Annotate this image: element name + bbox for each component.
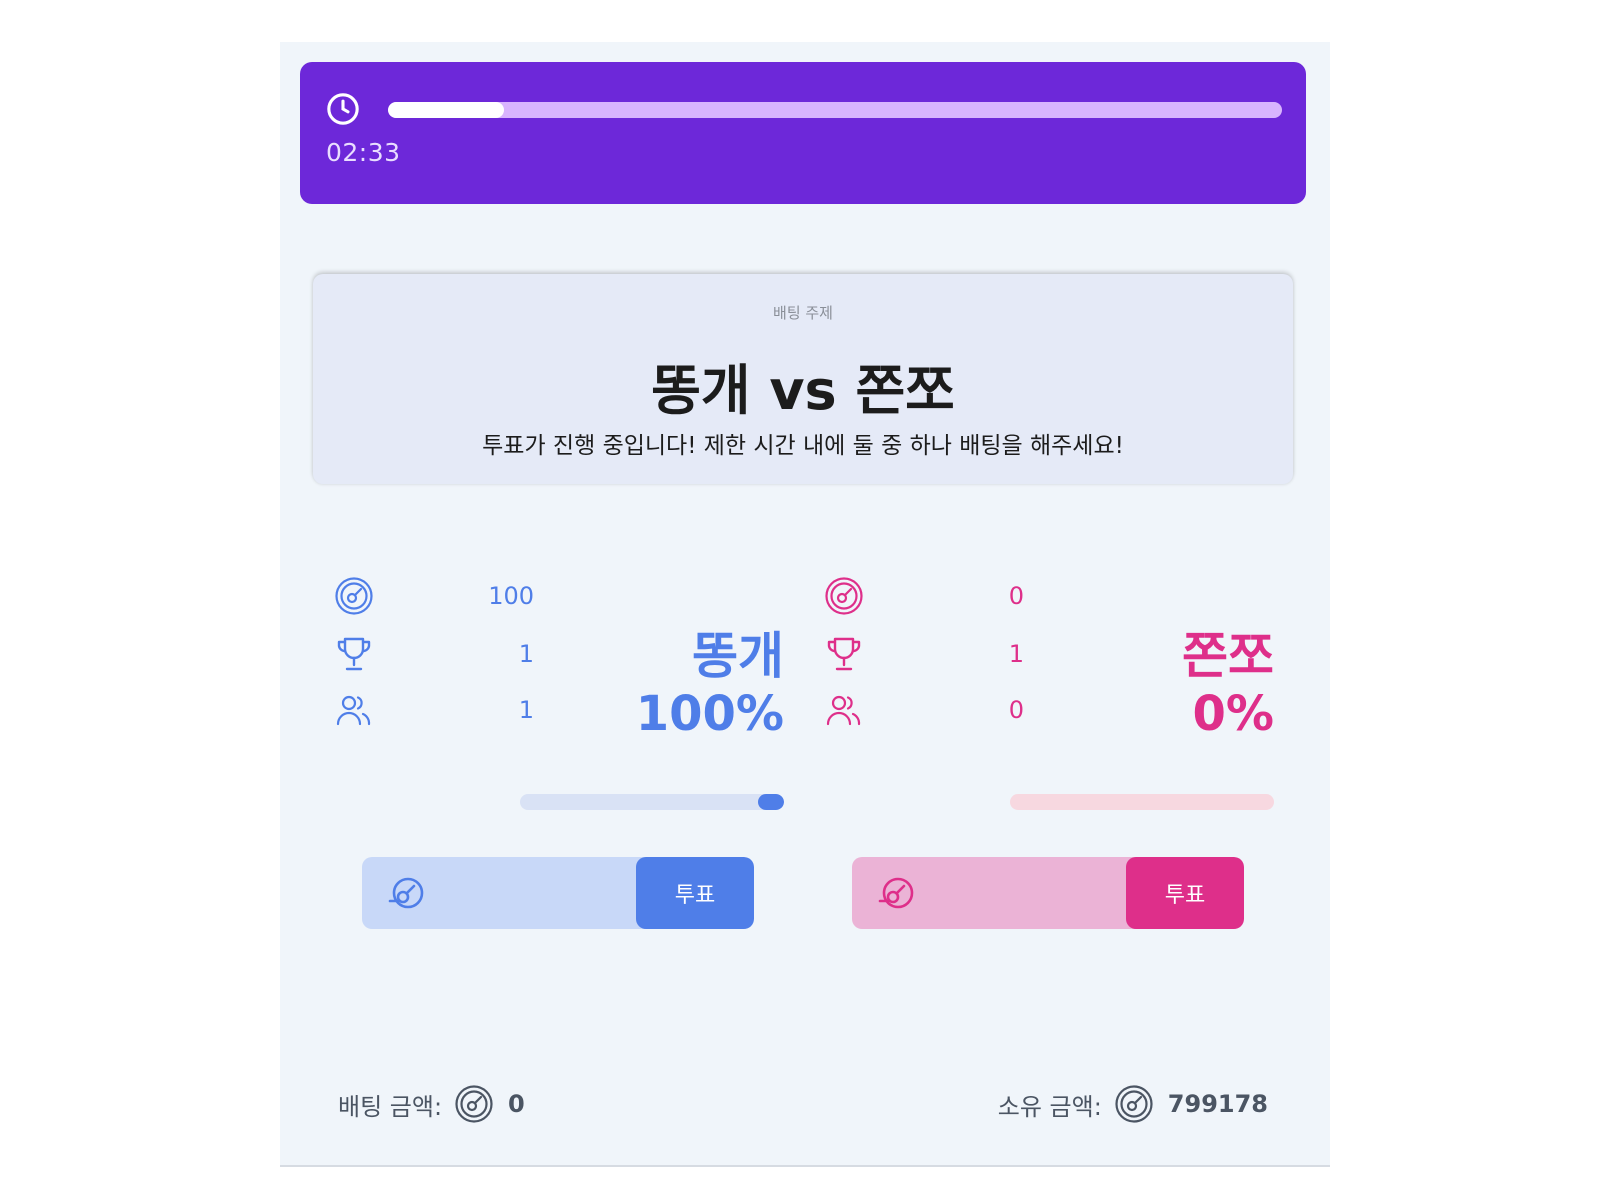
side-share-bar — [1010, 794, 1274, 810]
coin-icon — [335, 577, 373, 615]
bet-amount-summary: 배팅 금액: 0 — [338, 1082, 525, 1126]
side-share-bar-fill — [757, 794, 784, 810]
side-name: 똥개 — [692, 627, 784, 685]
timer-progress — [388, 102, 1282, 118]
topic-card: 배팅 주제 똥개 vs 쫀쪼 투표가 진행 중입니다! 제한 시간 내에 둘 중… — [313, 274, 1293, 484]
stat-participants: 1 — [334, 690, 534, 734]
betting-panel: 02:33 배팅 주제 똥개 vs 쫀쪼 투표가 진행 중입니다! 제한 시간 … — [280, 42, 1330, 1167]
stat-points: 100 — [334, 576, 534, 620]
topic-description: 투표가 진행 중입니다! 제한 시간 내에 둘 중 하나 배팅을 해주세요! — [482, 433, 1124, 459]
stat-ratio-value: 1 — [518, 640, 534, 668]
owned-amount-value: 799178 — [1167, 1090, 1268, 1118]
side-name: 쫀쪼 — [1182, 627, 1274, 685]
side-jjonjjo: 0 1 0 쫀쪼 0% — [824, 576, 1274, 816]
trophy-icon — [827, 637, 861, 671]
stat-participants: 0 — [824, 690, 1024, 734]
side-share-bar — [520, 794, 784, 810]
users-icon — [336, 695, 371, 726]
vote-group-ddonggae: 투표 — [362, 857, 754, 929]
coin-icon — [825, 577, 863, 615]
stat-points-value: 0 — [1008, 582, 1024, 610]
bet-amount-value: 0 — [508, 1090, 525, 1118]
clock-icon — [327, 93, 359, 125]
timer-bar: 02:33 — [300, 62, 1306, 204]
owned-amount-label: 소유 금액: — [997, 1092, 1102, 1121]
side-percent: 100% — [635, 686, 784, 742]
stat-points: 0 — [824, 576, 1024, 620]
owned-amount-summary: 소유 금액: 799178 — [998, 1082, 1268, 1126]
coin-icon — [455, 1085, 493, 1123]
stat-ratio-value: 1 — [1008, 640, 1024, 668]
coin-icon — [1115, 1085, 1153, 1123]
bet-amount-input[interactable] — [362, 857, 636, 929]
vote-group-jjonjjo: 투표 — [852, 857, 1244, 929]
vote-button[interactable]: 투표 — [636, 857, 754, 929]
bet-amount-label: 배팅 금액: — [338, 1092, 443, 1121]
topic-label: 배팅 주제 — [773, 304, 833, 322]
stat-ratio: 1 — [824, 634, 1024, 678]
side-percent: 0% — [1192, 686, 1275, 742]
stat-points-value: 100 — [488, 582, 534, 610]
users-icon — [826, 695, 861, 726]
side-ddonggae: 100 1 1 똥개 100% — [334, 576, 784, 816]
trophy-icon — [337, 637, 371, 671]
vote-button[interactable]: 투표 — [1126, 857, 1244, 929]
timer-progress-fill — [388, 102, 505, 118]
timer-remaining: 02:33 — [326, 138, 401, 167]
bet-amount-input[interactable] — [852, 857, 1126, 929]
topic-title: 똥개 vs 쫀쪼 — [651, 359, 955, 422]
stat-participants-value: 1 — [518, 696, 534, 724]
stat-ratio: 1 — [334, 634, 534, 678]
stat-participants-value: 0 — [1008, 696, 1024, 724]
